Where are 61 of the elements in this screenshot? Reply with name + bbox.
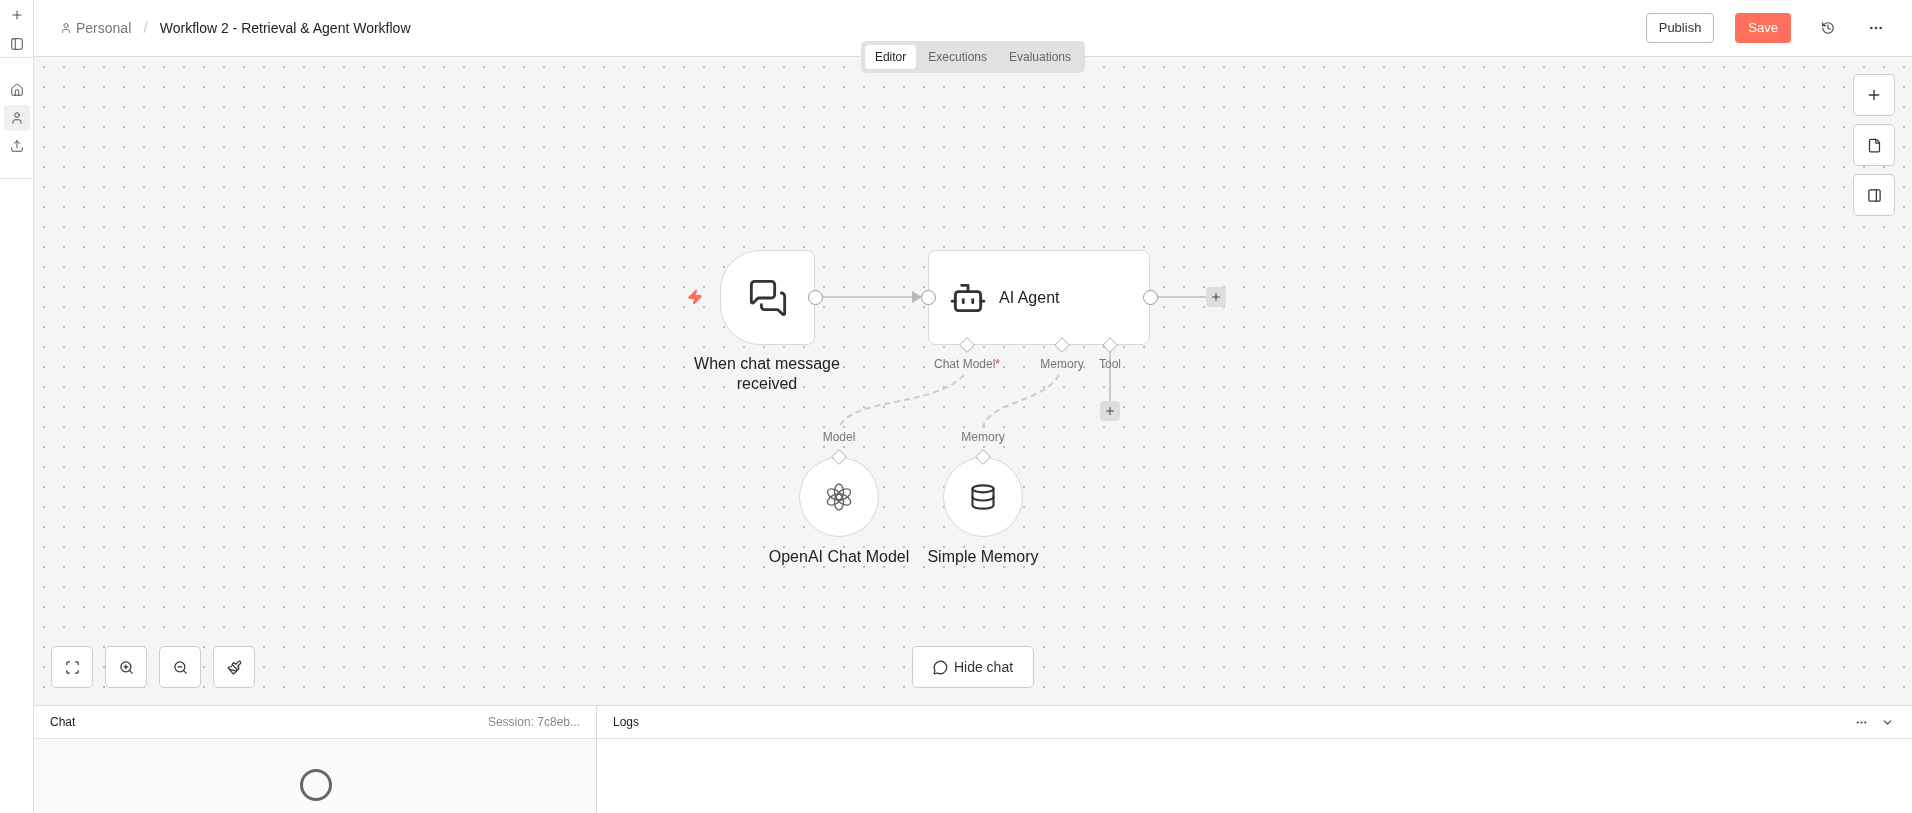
hide-chat-button[interactable]: Hide chat: [911, 646, 1035, 688]
fit-view-button[interactable]: [51, 646, 93, 688]
person-icon: [60, 22, 72, 34]
publish-button[interactable]: Publish: [1645, 13, 1715, 43]
node-card[interactable]: AI Agent: [928, 250, 1150, 345]
port-label: Model: [822, 429, 856, 446]
node-label: AI Agent: [999, 287, 1060, 308]
database-icon: [969, 483, 997, 511]
session-id: Session: 7c8eb...: [487, 714, 580, 731]
node-label: OpenAI Chat Model: [768, 547, 910, 567]
side-panel-button[interactable]: [1853, 174, 1895, 216]
loading-ring-icon: [300, 769, 332, 801]
workflow-title: Workflow 2 - Retrieval & Agent Workflow: [159, 18, 411, 38]
panel-title: Logs: [613, 714, 640, 731]
panel-icon: [1866, 187, 1882, 203]
view-tab[interactable]: Editor: [864, 45, 917, 69]
plus-icon: [1210, 291, 1222, 303]
node-label: Simple Memory: [927, 547, 1039, 567]
lightning-icon: [687, 289, 703, 305]
port-label: Memory: [961, 429, 1005, 446]
node-label: When chat message received: [693, 354, 841, 394]
port-handle[interactable]: [1054, 337, 1070, 353]
chat-bubbles-icon: [747, 277, 788, 318]
chat-bubble-icon: [932, 659, 948, 675]
upload-icon: [9, 139, 24, 153]
view-tab[interactable]: Executions: [918, 45, 997, 69]
connection-line: [1109, 350, 1111, 402]
panel-title: Chat: [50, 714, 76, 731]
plus-icon: [1866, 87, 1882, 103]
zoom-in-button[interactable]: [105, 646, 147, 688]
project-link[interactable]: Personal: [76, 17, 132, 39]
port-handle[interactable]: [1102, 337, 1118, 353]
interlaced-loops-icon: [824, 482, 854, 512]
home-icon: [9, 83, 24, 97]
tidy-up-button[interactable]: [213, 646, 255, 688]
sidebar-item[interactable]: [3, 105, 30, 131]
zoom-out-button[interactable]: [159, 646, 201, 688]
plus-icon: [1104, 405, 1116, 417]
port-handle[interactable]: [975, 449, 991, 465]
add-node-button[interactable]: [1853, 74, 1895, 116]
view-tab[interactable]: Evaluations: [999, 45, 1082, 69]
sticky-note-button[interactable]: [1853, 124, 1895, 166]
port-label: Tool: [1099, 356, 1121, 373]
sidebar-icon: [9, 36, 24, 51]
note-icon: [1866, 137, 1882, 153]
brush-icon: [226, 659, 242, 675]
port-label: Chat Model*: [934, 356, 1000, 373]
add-node-button[interactable]: [1100, 401, 1120, 421]
zoom-in-icon: [118, 659, 134, 675]
breadcrumb-separator: /: [143, 18, 148, 38]
fit-view-icon: [64, 659, 80, 675]
port-label: Memory: [1040, 356, 1084, 373]
port-handle[interactable]: [959, 337, 975, 353]
add-node-button[interactable]: [1206, 287, 1226, 307]
port-handle[interactable]: [831, 449, 847, 465]
connection-line: [1157, 296, 1207, 298]
history-icon: [1821, 21, 1835, 35]
zoom-out-icon: [172, 659, 188, 675]
node-card[interactable]: [720, 250, 815, 345]
person-icon: [9, 111, 24, 125]
plus-icon: [9, 7, 24, 22]
